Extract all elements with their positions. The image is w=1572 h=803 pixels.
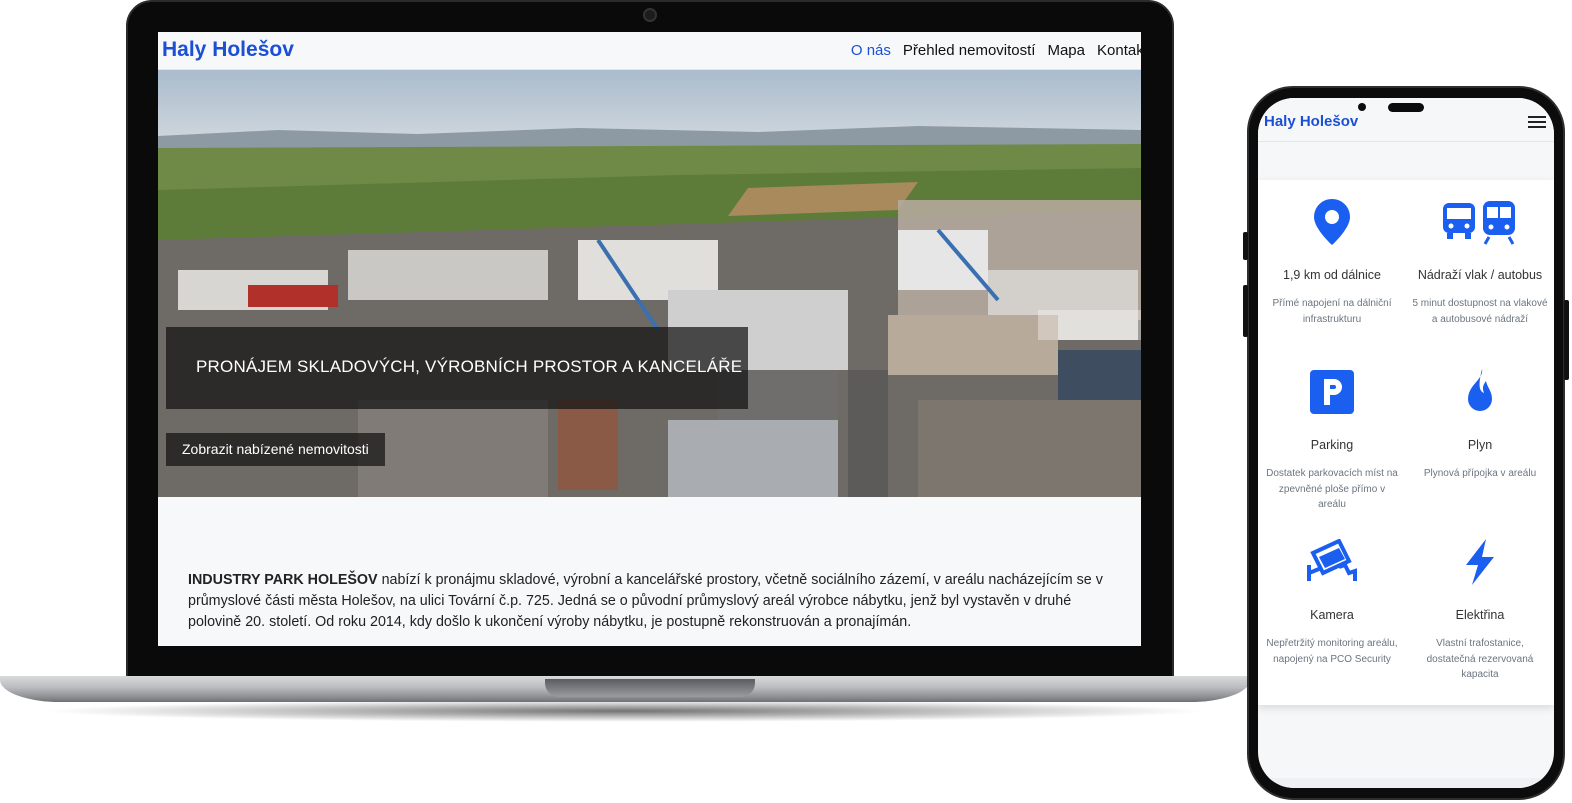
intro-company-name: INDUSTRY PARK HOLEŠOV [188,572,378,588]
phone-front-camera [1358,103,1366,111]
feature-desc: 5 minut dostupnost na vlakové a autobuso… [1412,298,1548,325]
mockup-stage: Haly Holešov O nás Přehled nemovitostí M… [0,0,1572,803]
intro-paragraph: INDUSTRY PARK HOLEŠOV nabízí k pronájmu … [188,570,1108,633]
feature-item: Nádraží vlak / autobus 5 minut dostupnos… [1406,198,1554,327]
feature-desc: Přímé napojení na dálniční infrastruktur… [1272,298,1392,325]
nav-link-prehled[interactable]: Přehled nemovitostí [903,42,1036,59]
feature-title: Parking [1310,438,1354,452]
phone-brand-logo[interactable]: Haly Holešov [1264,113,1358,130]
feature-desc: Vlastní trafostanice, dostatečná rezervo… [1426,638,1534,680]
brand-logo[interactable]: Haly Holešov [162,38,294,62]
nav-links: O nás Přehled nemovitostí Mapa Kontakt [851,42,1141,59]
feature-title: 1,9 km od dálnice [1283,268,1381,282]
gas-flame-icon [1456,368,1504,416]
feature-item: 1,9 km od dálnice Přímé napojení na dáln… [1258,198,1406,327]
nav-link-mapa[interactable]: Mapa [1047,42,1085,59]
phone-side-button [1564,300,1569,380]
phone-side-button [1243,232,1248,260]
feature-desc: Dostatek parkovacích míst na zpevněné pl… [1266,468,1398,510]
parking-icon [1308,368,1356,416]
phone-navbar: Haly Holešov [1258,98,1554,142]
navbar: Haly Holešov O nás Přehled nemovitostí M… [158,32,1141,70]
lightning-icon [1456,538,1504,586]
phone-screen: Haly Holešov 1,9 km od dálnice Přímé nap… [1258,98,1554,788]
feature-item: Plyn Plynová přípojka v areálu [1406,368,1554,482]
hero-image: PRONÁJEM SKLADOVÝCH, VÝROBNÍCH PROSTOR A… [158,70,1141,497]
feature-title: Nádraží vlak / autobus [1417,268,1543,282]
feature-title: Elektřina [1455,608,1505,622]
feature-item: Elektřina Vlastní trafostanice, dostateč… [1406,538,1554,683]
nav-link-o-nas[interactable]: O nás [851,42,891,59]
feature-title: Kamera [1310,608,1354,622]
nav-link-kontakt[interactable]: Kontakt [1097,42,1141,59]
location-pin-icon [1308,198,1356,246]
feature-desc: Plynová přípojka v areálu [1423,468,1537,479]
feature-desc: Nepřetržitý monitoring areálu, napojený … [1266,638,1398,665]
hero-title: PRONÁJEM SKLADOVÝCH, VÝROBNÍCH PROSTOR A… [196,357,743,376]
features-card: 1,9 km od dálnice Přímé napojení na dáln… [1258,180,1554,705]
laptop-notch [545,679,755,697]
feature-item: Kamera Nepřetržitý monitoring areálu, na… [1258,538,1406,667]
laptop-screen: Haly Holešov O nás Přehled nemovitostí M… [158,32,1141,646]
phone-side-button [1243,285,1248,337]
laptop-shadow [40,700,1210,722]
bus-train-icon [1440,198,1520,246]
hero-banner: PRONÁJEM SKLADOVÝCH, VÝROBNÍCH PROSTOR A… [166,327,748,409]
feature-title: Plyn [1467,438,1493,452]
laptop-camera [643,8,657,22]
show-properties-button[interactable]: Zobrazit nabízené nemovitosti [166,433,385,466]
camera-icon [1304,538,1360,586]
feature-item: Parking Dostatek parkovacích míst na zpe… [1258,368,1406,513]
phone-bottom-strip [1258,778,1554,788]
hamburger-menu-icon[interactable] [1528,116,1546,128]
phone-speaker [1388,103,1424,112]
